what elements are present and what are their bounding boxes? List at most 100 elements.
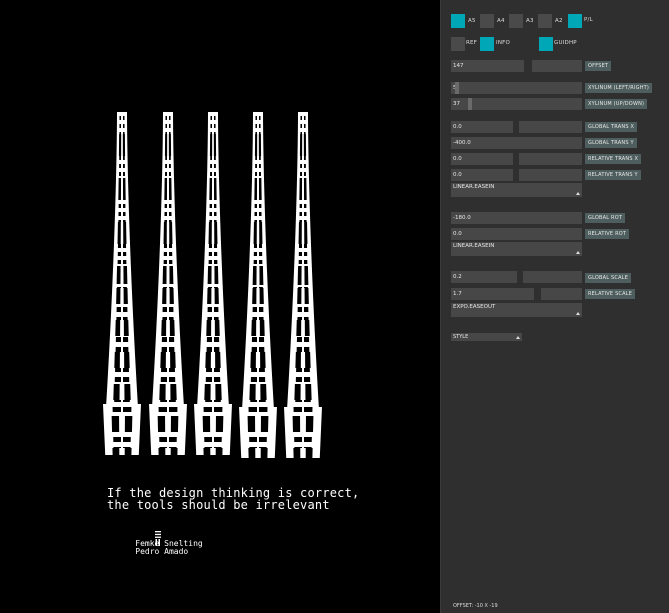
weave-bar [256,325,260,326]
weave-bar [285,438,295,439]
weave-bar [172,232,176,233]
weave-bar [256,323,260,324]
weave-bar [120,297,124,298]
weave-bar [217,240,221,241]
weave-bar [172,223,176,224]
weave-bar [129,365,136,366]
weave-bar [210,416,216,417]
weave-bar [250,231,254,232]
weave-bar [112,278,117,279]
weave-bar [239,417,248,418]
orientation-toggle[interactable] [568,14,582,28]
guidhp-toggle[interactable] [539,37,553,51]
weave-bar [120,325,124,326]
weave-bar [121,142,123,143]
weave-bar [198,386,205,387]
format-a3-toggle[interactable] [509,14,523,28]
weave-bar [204,262,209,263]
weave-bar [167,173,169,174]
weave-bar [170,159,174,160]
weave-bar [108,372,136,373]
weave-bar [264,326,270,327]
weave-bar [167,347,169,348]
weave-bar [218,303,224,304]
xylinum-lr-slider[interactable]: 5 [451,82,582,94]
weave-bar [313,421,322,422]
global-trans-y-field[interactable]: -400.0 [451,137,582,149]
weave-bar [309,334,315,335]
relative-rot-field[interactable]: 0.0 [451,228,582,240]
weave-bar [116,157,120,158]
weave-bar [167,213,169,214]
weave-bar [302,152,304,153]
weave-bar [121,440,123,441]
weave-bar [120,235,124,236]
format-a2-toggle[interactable] [538,14,552,28]
relative-trans-y-slider[interactable] [519,169,582,181]
weave-bar [207,115,219,116]
relative-scale-slider[interactable] [541,288,582,300]
scale-ease-dropdown[interactable]: EXPO.EASEOUT [451,303,582,317]
weave-bar [167,400,169,401]
weave-bar [221,385,228,386]
relative-trans-x-slider[interactable] [519,153,582,165]
global-trans-x-field[interactable]: 0.0 [451,121,513,133]
weave-bar [167,318,169,319]
weave-bar [311,390,318,391]
weave-bar [212,247,214,248]
weave-bar [121,117,123,118]
xylinum-ud-handle[interactable] [468,98,472,110]
weave-bar [207,156,211,157]
weave-bar [149,426,158,427]
weave-bar [216,194,220,195]
weave-bar [217,243,222,244]
weave-bar [172,242,176,243]
weave-bar [150,429,158,430]
weave-bar [256,197,260,198]
weave-bar [307,239,311,240]
offset-field[interactable]: 147 [451,60,524,72]
relative-trans-x-field[interactable]: 0.0 [451,153,513,165]
weave-bar [301,330,305,331]
weave-bar [104,427,112,428]
rot-ease-dropdown[interactable]: LINEAR.EASEIN [451,242,582,256]
style-dropdown[interactable]: STYLE [451,333,522,341]
offset-secondary-field[interactable] [532,60,582,72]
weave-bar [176,394,184,395]
global-trans-x-slider[interactable] [519,121,582,133]
weave-bar [244,365,251,366]
weave-bar [119,360,125,361]
weave-bar [215,134,219,135]
weave-bar [265,355,271,356]
global-scale-slider[interactable] [523,271,582,283]
relative-trans-y-field[interactable]: 0.0 [451,169,513,181]
format-a4-toggle[interactable] [480,14,494,28]
weave-bar [297,167,301,168]
weave-bar [108,358,115,359]
weave-bar [204,248,222,249]
weave-bar [218,308,224,309]
global-rot-field[interactable]: -180.0 [451,212,582,224]
trans-ease-dropdown[interactable]: LINEAR.EASEIN [451,183,582,197]
weave-bar [212,118,214,119]
weave-bar [211,295,215,296]
relative-scale-field[interactable]: 1.7 [451,288,534,300]
xylinum-lr-handle[interactable] [455,82,459,94]
weave-bar [212,154,214,155]
weave-bar [294,256,312,257]
weave-bar [292,298,298,299]
global-scale-field[interactable]: 0.2 [451,271,517,283]
weave-bar [196,454,204,455]
weave-bar [160,216,176,217]
weave-bar [201,317,208,318]
weave-bar [246,334,252,335]
weave-bar [301,243,305,244]
weave-bar [305,159,309,160]
weave-bar [242,397,250,398]
weave-bar [308,293,313,294]
weave-bar [173,270,178,271]
weave-bar [119,423,125,424]
info-toggle[interactable] [480,37,494,51]
format-a5-toggle[interactable] [451,14,465,28]
ref-toggle[interactable] [451,37,465,51]
